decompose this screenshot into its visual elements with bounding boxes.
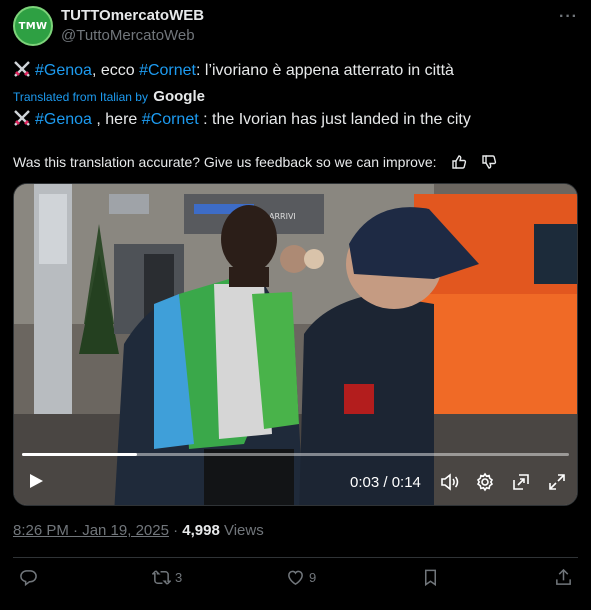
text-segment: , ecco (91, 62, 140, 79)
views-label: Views (219, 522, 264, 539)
display-name[interactable]: TUTTOmercatoWEB (61, 6, 204, 26)
feedback-text: Was this translation accurate? Give us f… (13, 154, 437, 170)
translation-feedback: Was this translation accurate? Give us f… (13, 154, 497, 170)
crossed-swords-icon (14, 110, 30, 126)
thumbs-up-icon[interactable] (451, 154, 467, 170)
heart-icon (288, 570, 303, 586)
hashtag-cornet[interactable]: #Cornet (142, 111, 199, 128)
hashtag-genoa[interactable]: #Genoa (35, 62, 92, 79)
like-count: 9 (309, 570, 317, 585)
video-progress-bar[interactable] (22, 453, 569, 456)
like-button[interactable]: 9 (286, 568, 316, 587)
retweet-button[interactable]: 3 (152, 568, 182, 587)
handle[interactable]: @TuttoMercatoWeb (61, 26, 204, 46)
tweet-header: TMW TUTTOmercatoWEB @TuttoMercatoWeb ··· (13, 4, 578, 46)
author-names: TUTTOmercatoWEB @TuttoMercatoWeb (61, 6, 204, 46)
more-icon[interactable]: ··· (559, 8, 578, 26)
settings-icon[interactable] (475, 472, 495, 492)
translated-label: Translated from Italian by (13, 90, 148, 104)
views-count: 4,998 (182, 522, 220, 539)
crossed-swords-icon (14, 61, 30, 77)
retweet-count: 3 (175, 570, 183, 585)
action-bar: 3 9 (13, 568, 578, 596)
video-progress-fill (22, 453, 137, 456)
tweet-translated-text: #Genoa , here #Cornet : the Ivorian has … (13, 109, 471, 131)
retweet-icon (152, 570, 171, 585)
hashtag-genoa[interactable]: #Genoa (35, 111, 92, 128)
reply-icon (20, 570, 37, 587)
thumbs-down-icon[interactable] (481, 154, 497, 170)
google-logo: Google (153, 88, 205, 105)
pip-icon[interactable] (511, 472, 531, 492)
avatar[interactable]: TMW (13, 6, 53, 46)
volume-icon[interactable] (439, 472, 459, 492)
divider (13, 557, 578, 558)
text-segment: , here (91, 111, 142, 128)
text-segment: : the Ivorian has just landed in the cit… (198, 111, 471, 128)
translated-by[interactable]: Translated from Italian by Google (13, 88, 205, 105)
video-frame: ARRIVI (14, 184, 577, 505)
sign-arrivi: ARRIVI (269, 212, 296, 221)
fullscreen-icon[interactable] (547, 472, 567, 492)
timestamp[interactable]: 8:26 PM · Jan 19, 2025 (13, 522, 169, 539)
bookmark-icon (424, 569, 437, 587)
reply-button[interactable] (19, 568, 42, 587)
share-button[interactable] (554, 568, 573, 587)
play-icon[interactable] (27, 472, 45, 490)
tweet: TMW TUTTOmercatoWEB @TuttoMercatoWeb ···… (0, 0, 591, 610)
hashtag-cornet[interactable]: #Cornet (139, 62, 196, 79)
video-time: 0:03 / 0:14 (350, 474, 421, 491)
meta-separator: · (168, 522, 183, 539)
video-player[interactable]: ARRIVI 0:03 / 0:14 (13, 183, 578, 506)
share-icon (556, 568, 571, 585)
text-segment: : l’ivoriano è appena atterrato in città (196, 62, 454, 79)
bookmark-button[interactable] (421, 568, 440, 587)
tweet-meta: 8:26 PM · Jan 19, 2025 · 4,998 Views (13, 522, 264, 539)
tweet-original-text: #Genoa, ecco #Cornet: l’ivoriano è appen… (13, 60, 454, 82)
